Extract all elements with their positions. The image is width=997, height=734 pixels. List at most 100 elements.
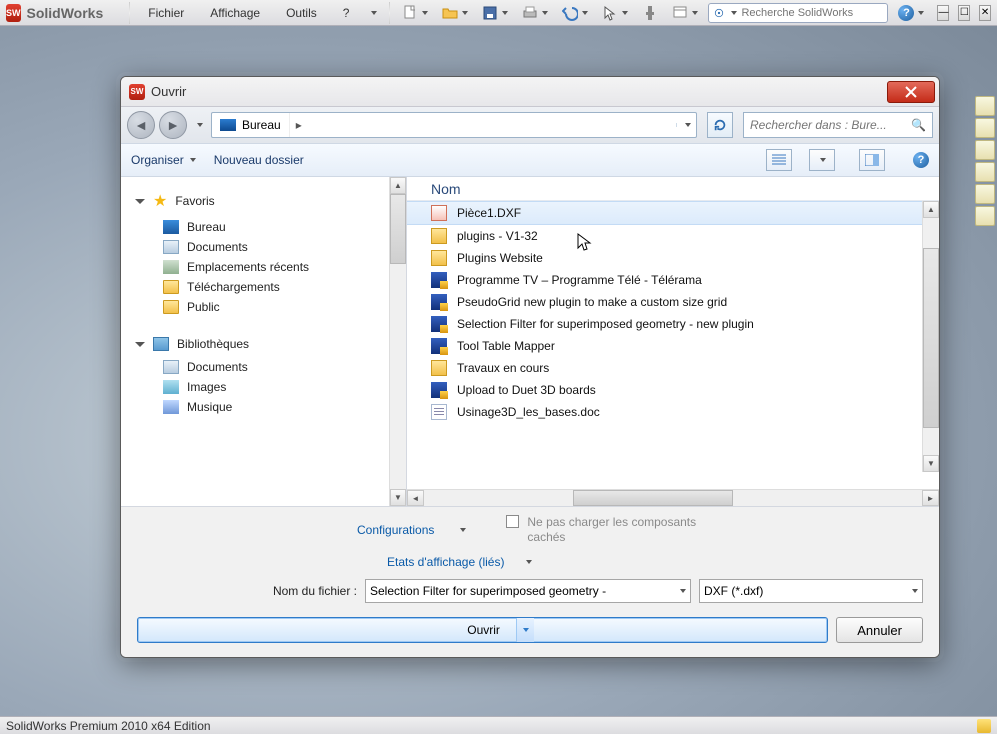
breadcrumb-chevron-icon[interactable]: ▸ xyxy=(290,118,308,132)
change-view-dropdown[interactable] xyxy=(809,149,835,171)
open-button[interactable] xyxy=(438,3,472,23)
search-icon[interactable]: 🔍 xyxy=(911,118,926,132)
tree-item-lib-documents[interactable]: Documents xyxy=(137,357,402,377)
new-document-button[interactable] xyxy=(398,3,432,23)
scroll-down-button[interactable]: ▼ xyxy=(390,489,406,506)
menu-outils[interactable]: Outils xyxy=(276,3,327,23)
cancel-button[interactable]: Annuler xyxy=(836,617,923,643)
file-row[interactable]: PseudoGrid new plugin to make a custom s… xyxy=(407,291,939,313)
tree-expand-icon[interactable] xyxy=(135,199,145,204)
file-list[interactable]: Pièce1.DXFplugins - V1-32Plugins Website… xyxy=(407,201,939,489)
save-button[interactable] xyxy=(478,3,512,23)
tree-group-libraries[interactable]: Bibliothèques xyxy=(135,337,402,351)
files-vscrollbar[interactable]: ▲ ▼ xyxy=(922,201,939,472)
breadcrumb-bureau[interactable]: Bureau xyxy=(212,113,290,137)
checkbox-icon[interactable] xyxy=(506,515,519,528)
menu-fichier[interactable]: Fichier xyxy=(138,3,194,23)
configurations-dropdown[interactable]: Configurations xyxy=(357,523,466,537)
file-row[interactable]: Upload to Duet 3D boards xyxy=(407,379,939,401)
tree-expand-icon[interactable] xyxy=(135,342,145,347)
dialog-close-button[interactable] xyxy=(887,81,935,103)
tree-scrollbar[interactable]: ▲ ▼ xyxy=(389,177,406,506)
file-row[interactable]: Pièce1.DXF xyxy=(407,201,939,225)
scroll-thumb[interactable] xyxy=(390,194,406,264)
scroll-down-button[interactable]: ▼ xyxy=(923,455,939,472)
tree-item-downloads[interactable]: Téléchargements xyxy=(137,277,402,297)
file-row[interactable]: plugins - V1-32 xyxy=(407,225,939,247)
new-folder-button[interactable]: Nouveau dossier xyxy=(214,153,304,167)
close-icon xyxy=(904,86,918,98)
open-button-dropdown[interactable] xyxy=(516,618,534,642)
tree-item-public[interactable]: Public xyxy=(137,297,402,317)
dialog-search-input[interactable] xyxy=(750,118,907,132)
tree-item-lib-images[interactable]: Images xyxy=(137,377,402,397)
music-icon xyxy=(163,400,179,414)
tree-item-bureau[interactable]: Bureau xyxy=(137,217,402,237)
taskpane-view-palette-icon[interactable] xyxy=(975,162,995,182)
address-bar[interactable]: Bureau ▸ xyxy=(211,112,697,138)
scroll-track[interactable] xyxy=(424,490,922,506)
file-row[interactable]: Plugins Website xyxy=(407,247,939,269)
nav-forward-button[interactable]: ► xyxy=(159,111,187,139)
files-hscrollbar[interactable]: ◄ ► xyxy=(407,489,939,506)
menu-help-dropdown[interactable] xyxy=(365,9,381,17)
solidworks-search-input[interactable] xyxy=(741,7,883,19)
scroll-right-button[interactable]: ► xyxy=(922,490,939,506)
dont-load-hidden-checkbox[interactable]: Ne pas charger les composants cachés xyxy=(506,515,697,545)
taskpane-appearances-icon[interactable] xyxy=(975,184,995,204)
solidworks-search[interactable] xyxy=(708,3,888,23)
taskpane-resources-icon[interactable] xyxy=(975,96,995,116)
tag-icon[interactable] xyxy=(977,719,991,733)
refresh-button[interactable] xyxy=(707,112,733,138)
scroll-up-button[interactable]: ▲ xyxy=(923,201,939,218)
column-header-name[interactable]: Nom xyxy=(407,177,939,201)
select-button[interactable] xyxy=(598,3,632,23)
dialog-search[interactable]: 🔍 xyxy=(743,112,933,138)
scroll-up-button[interactable]: ▲ xyxy=(390,177,406,194)
window-minimize-button[interactable]: — xyxy=(937,5,949,21)
open-button[interactable]: Ouvrir xyxy=(137,617,828,643)
new-document-icon xyxy=(402,5,418,21)
tree-item-recent[interactable]: Emplacements récents xyxy=(137,257,402,277)
file-row[interactable]: Selection Filter for superimposed geomet… xyxy=(407,313,939,335)
scroll-left-button[interactable]: ◄ xyxy=(407,490,424,506)
dialog-titlebar[interactable]: SW Ouvrir xyxy=(121,77,939,107)
dialog-help-button[interactable]: ? xyxy=(913,152,929,168)
tree-item-documents[interactable]: Documents xyxy=(137,237,402,257)
scroll-thumb[interactable] xyxy=(573,490,733,506)
taskpane-file-explorer-icon[interactable] xyxy=(975,140,995,160)
file-row[interactable]: Programme TV – Programme Télé - Télérama xyxy=(407,269,939,291)
window-close-button[interactable]: ✕ xyxy=(979,5,991,21)
menu-affichage[interactable]: Affichage xyxy=(200,3,270,23)
help-button[interactable]: ? xyxy=(894,3,928,23)
filename-combo[interactable]: Selection Filter for superimposed geomet… xyxy=(365,579,691,603)
tree-item-lib-music[interactable]: Musique xyxy=(137,397,402,417)
change-view-button[interactable] xyxy=(766,149,792,171)
nav-back-button[interactable]: ◄ xyxy=(127,111,155,139)
menu-help[interactable]: ? xyxy=(333,3,360,23)
file-row[interactable]: Tool Table Mapper xyxy=(407,335,939,357)
chevron-down-icon[interactable] xyxy=(912,589,918,593)
address-row: ◄ ► Bureau ▸ 🔍 xyxy=(121,107,939,143)
tree-group-favorites[interactable]: ★ Favoris xyxy=(135,191,402,211)
address-dropdown[interactable] xyxy=(676,123,696,127)
options-button[interactable] xyxy=(668,3,702,23)
window-restore-button[interactable]: ☐ xyxy=(958,5,970,21)
file-row[interactable]: Travaux en cours xyxy=(407,357,939,379)
taskpane-design-library-icon[interactable] xyxy=(975,118,995,138)
taskpane-custom-props-icon[interactable] xyxy=(975,206,995,226)
file-row[interactable]: Usinage3D_les_bases.doc xyxy=(407,401,939,423)
pictures-icon xyxy=(163,380,179,394)
display-states-dropdown[interactable]: Etats d'affichage (liés) xyxy=(387,555,532,569)
chevron-down-icon[interactable] xyxy=(731,11,737,15)
print-button[interactable] xyxy=(518,3,552,23)
preview-pane-button[interactable] xyxy=(859,149,885,171)
rebuild-button[interactable] xyxy=(638,3,662,23)
scroll-thumb[interactable] xyxy=(923,248,939,428)
undo-button[interactable] xyxy=(558,3,592,23)
nav-history-dropdown[interactable] xyxy=(193,111,205,139)
organise-button[interactable]: Organiser xyxy=(131,153,196,167)
chevron-down-icon[interactable] xyxy=(680,589,686,593)
tree-item-label: Public xyxy=(187,300,220,314)
filetype-combo[interactable]: DXF (*.dxf) xyxy=(699,579,923,603)
